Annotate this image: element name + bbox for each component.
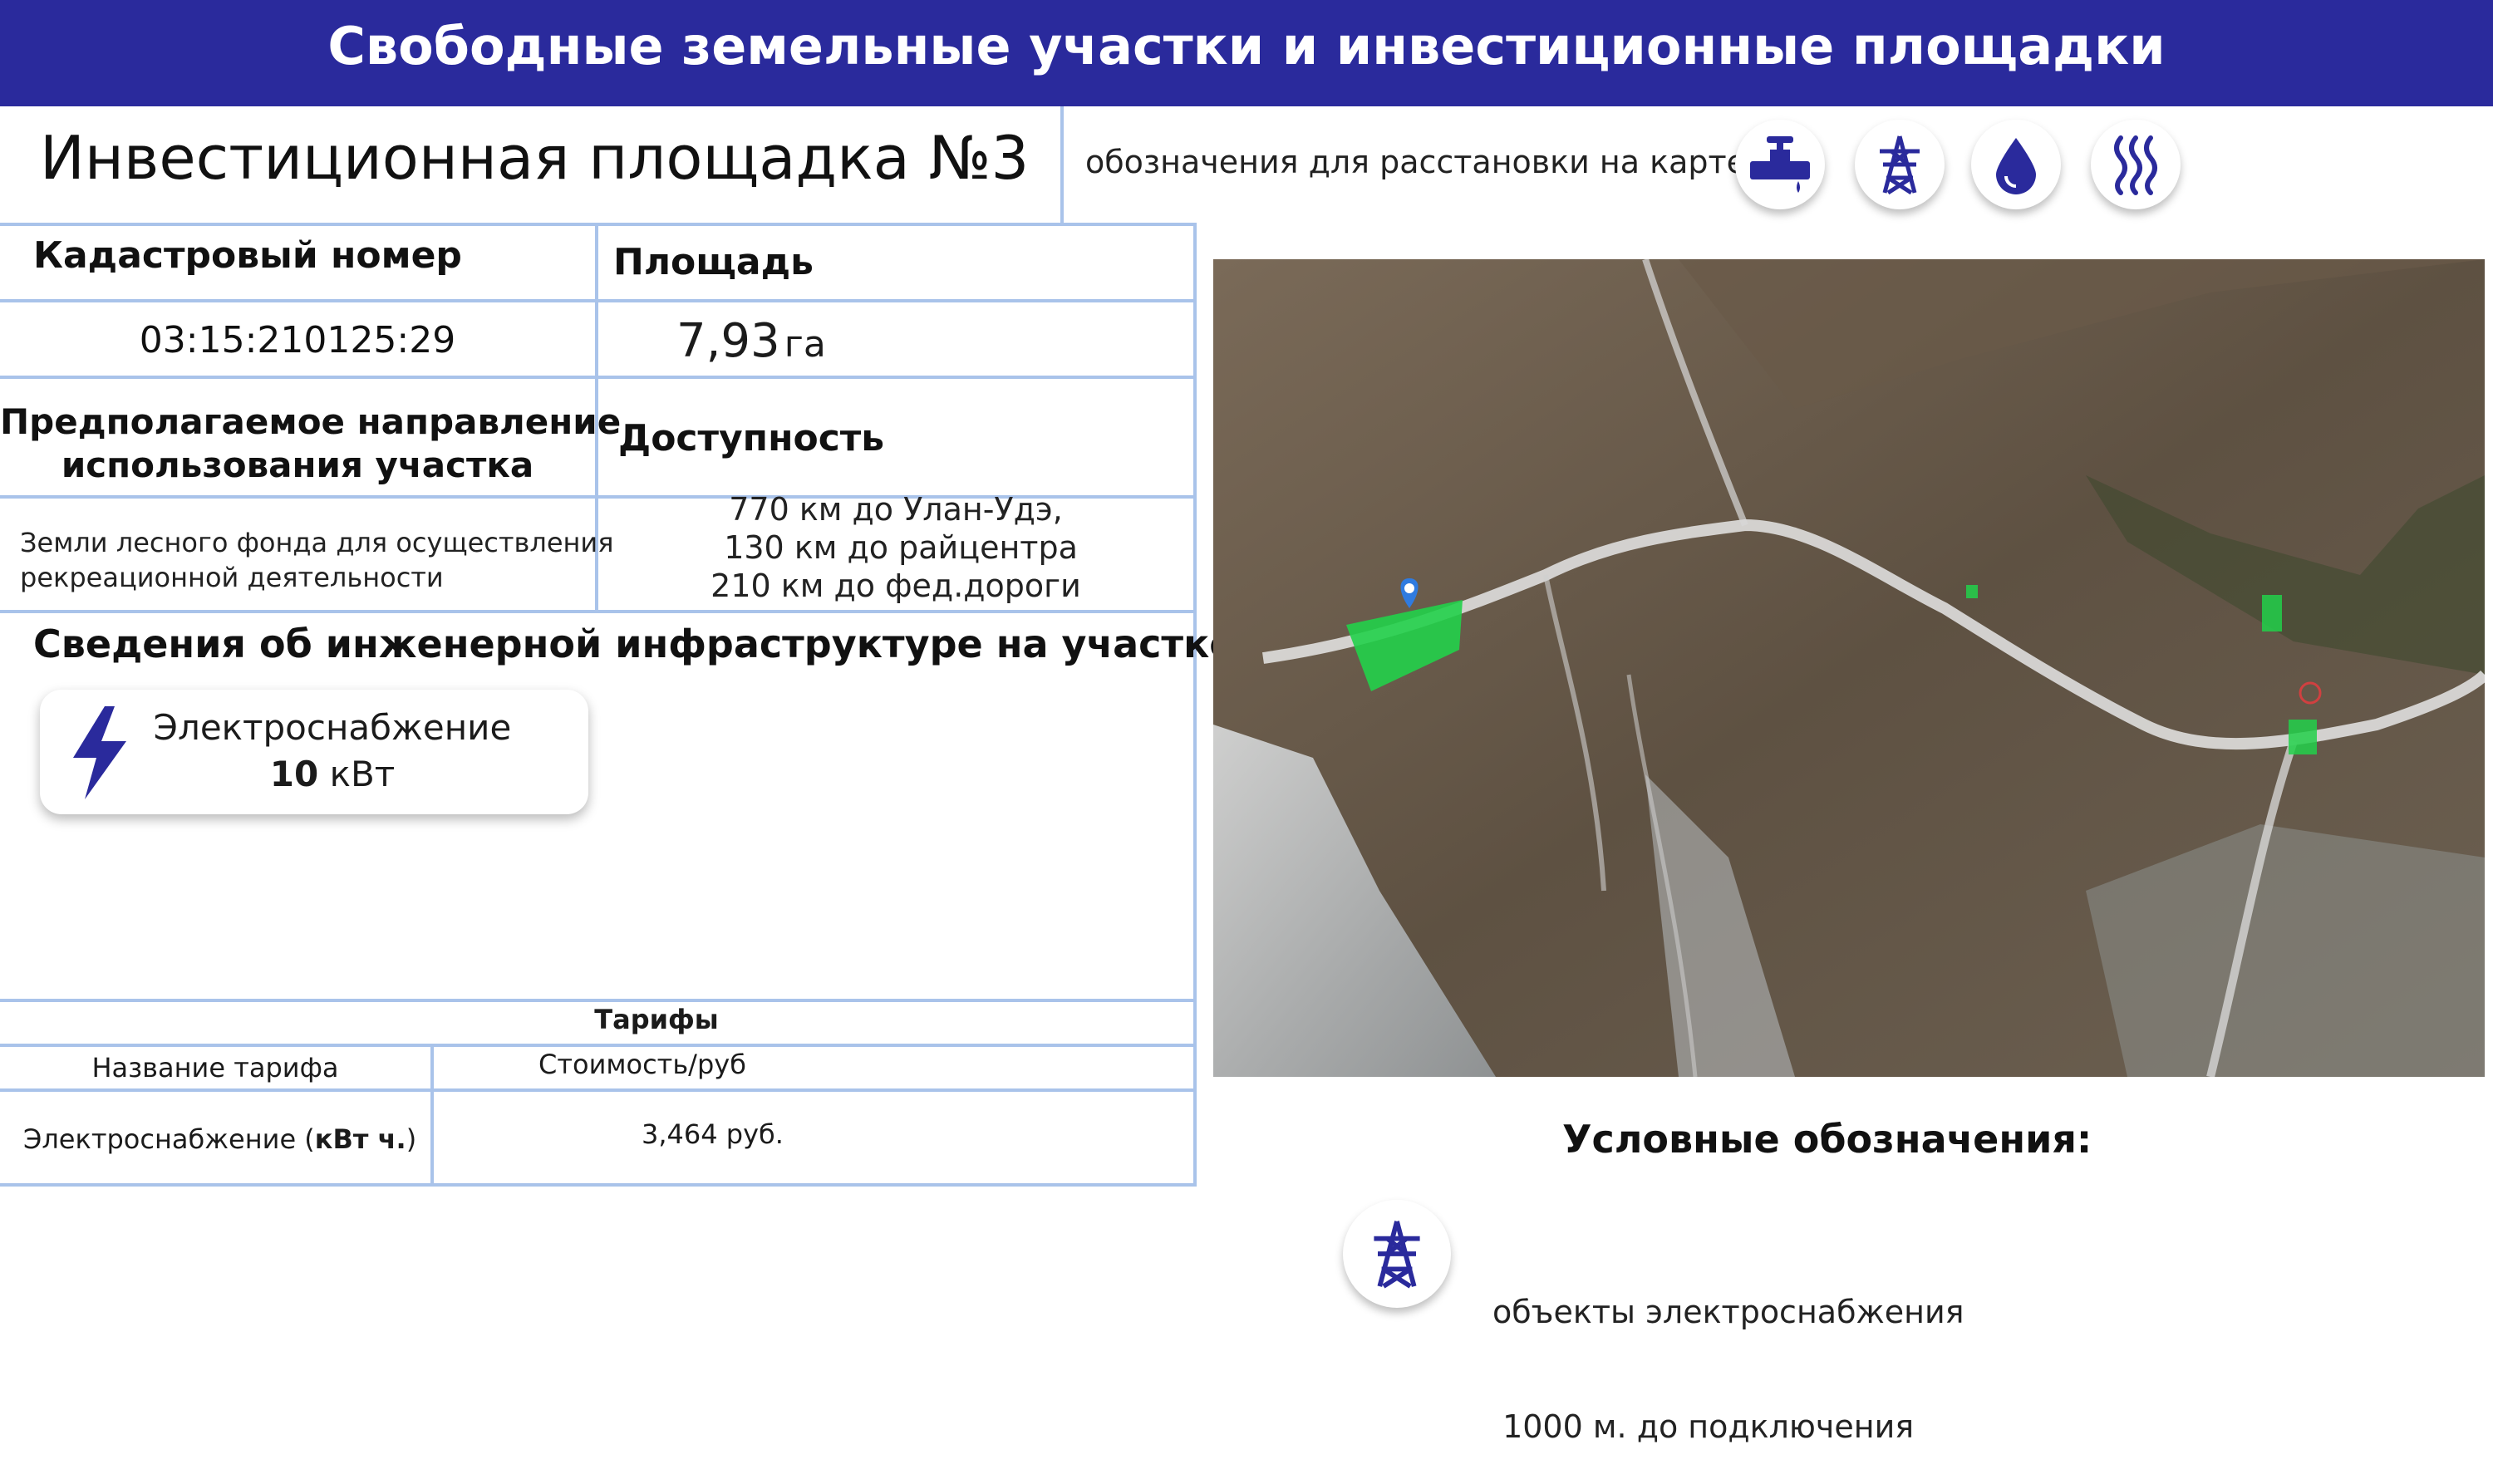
table-line [0, 999, 1197, 1002]
table-line [0, 1088, 1197, 1092]
access-line: 770 км до Улан-Удэ, [729, 491, 1063, 528]
tariff-unit: кВт ч. [314, 1123, 406, 1155]
tariff-row-name: Электроснабжение (кВт ч.) [23, 1123, 416, 1155]
electricity-value: 10 [269, 754, 319, 794]
heat-steam-icon[interactable] [2091, 120, 2181, 209]
table-line [0, 223, 1197, 226]
lightning-icon [66, 703, 133, 806]
title-divider [1060, 106, 1064, 223]
usage-value-line2: рекреационной деятельности [20, 562, 444, 593]
satellite-map[interactable] [1213, 259, 2485, 1077]
area-value: 7,93 га [676, 314, 826, 368]
infrastructure-heading: Сведения об инженерной инфраструктуре на… [33, 622, 1251, 666]
access-label: Доступность [618, 417, 885, 459]
electricity-capacity: 10 кВт [133, 751, 532, 798]
table-line [0, 1044, 1197, 1047]
markers-legend-caption: обозначения для расстановки на карте [1085, 144, 1746, 180]
tariff-row-cost: 3,464 руб. [642, 1118, 784, 1150]
area-unit: га [784, 323, 826, 366]
usage-value: Земли лесного фонда для осуществления ре… [20, 525, 613, 595]
pipeline-valve-icon[interactable] [1735, 120, 1825, 209]
page-title: Свободные земельные участки и инвестицио… [327, 16, 2166, 76]
electricity-info: Электроснабжение 10 кВт [133, 705, 532, 798]
area-number: 7,93 [676, 314, 780, 368]
access-value: 770 км до Улан-Удэ, 130 км до райцентра … [598, 490, 1193, 605]
electricity-label: Электроснабжение [153, 707, 512, 748]
usage-label: Предполагаемое направление использования… [0, 400, 622, 487]
table-line [0, 610, 1197, 613]
water-drop-icon[interactable] [1971, 120, 2061, 209]
tariff-col-name: Название тарифа [91, 1052, 339, 1084]
table-line [1193, 224, 1197, 1187]
table-line [430, 1045, 434, 1185]
area-label: Площадь [613, 241, 814, 283]
tariffs-title: Тарифы [594, 1004, 719, 1035]
legend-item-line1: объекты электроснабжения [1492, 1294, 1964, 1330]
access-line: 130 км до райцентра [714, 529, 1078, 566]
power-tower-icon [1343, 1200, 1451, 1308]
electricity-unit: кВт [329, 754, 396, 794]
cadastral-label: Кадастровый номер [33, 234, 462, 277]
table-line [0, 299, 1197, 302]
usage-label-line2: использования участка [61, 445, 534, 485]
table-line [0, 376, 1197, 379]
power-tower-icon[interactable] [1855, 120, 1945, 209]
tariff-name-text: Электроснабжение ( [23, 1123, 315, 1155]
legend-item-text: объекты электроснабжения 1000 м. до подк… [1492, 1216, 1964, 1484]
access-line: 210 км до фед.дороги [711, 568, 1081, 604]
usage-value-line1: Земли лесного фонда для осуществления [20, 527, 614, 558]
tariff-col-cost: Стоимость/руб [538, 1049, 746, 1080]
cadastral-value[interactable]: 03:15:210125:29 [0, 319, 595, 361]
tariff-name-close: ) [406, 1123, 417, 1155]
usage-label-line1: Предполагаемое направление [0, 401, 622, 442]
table-line [0, 1183, 1197, 1187]
legend-heading: Условные обозначения: [1562, 1117, 2092, 1162]
site-title: Инвестиционная площадка №3 [40, 123, 1030, 193]
legend-item-line2: 1000 м. до подключения [1492, 1408, 1915, 1445]
